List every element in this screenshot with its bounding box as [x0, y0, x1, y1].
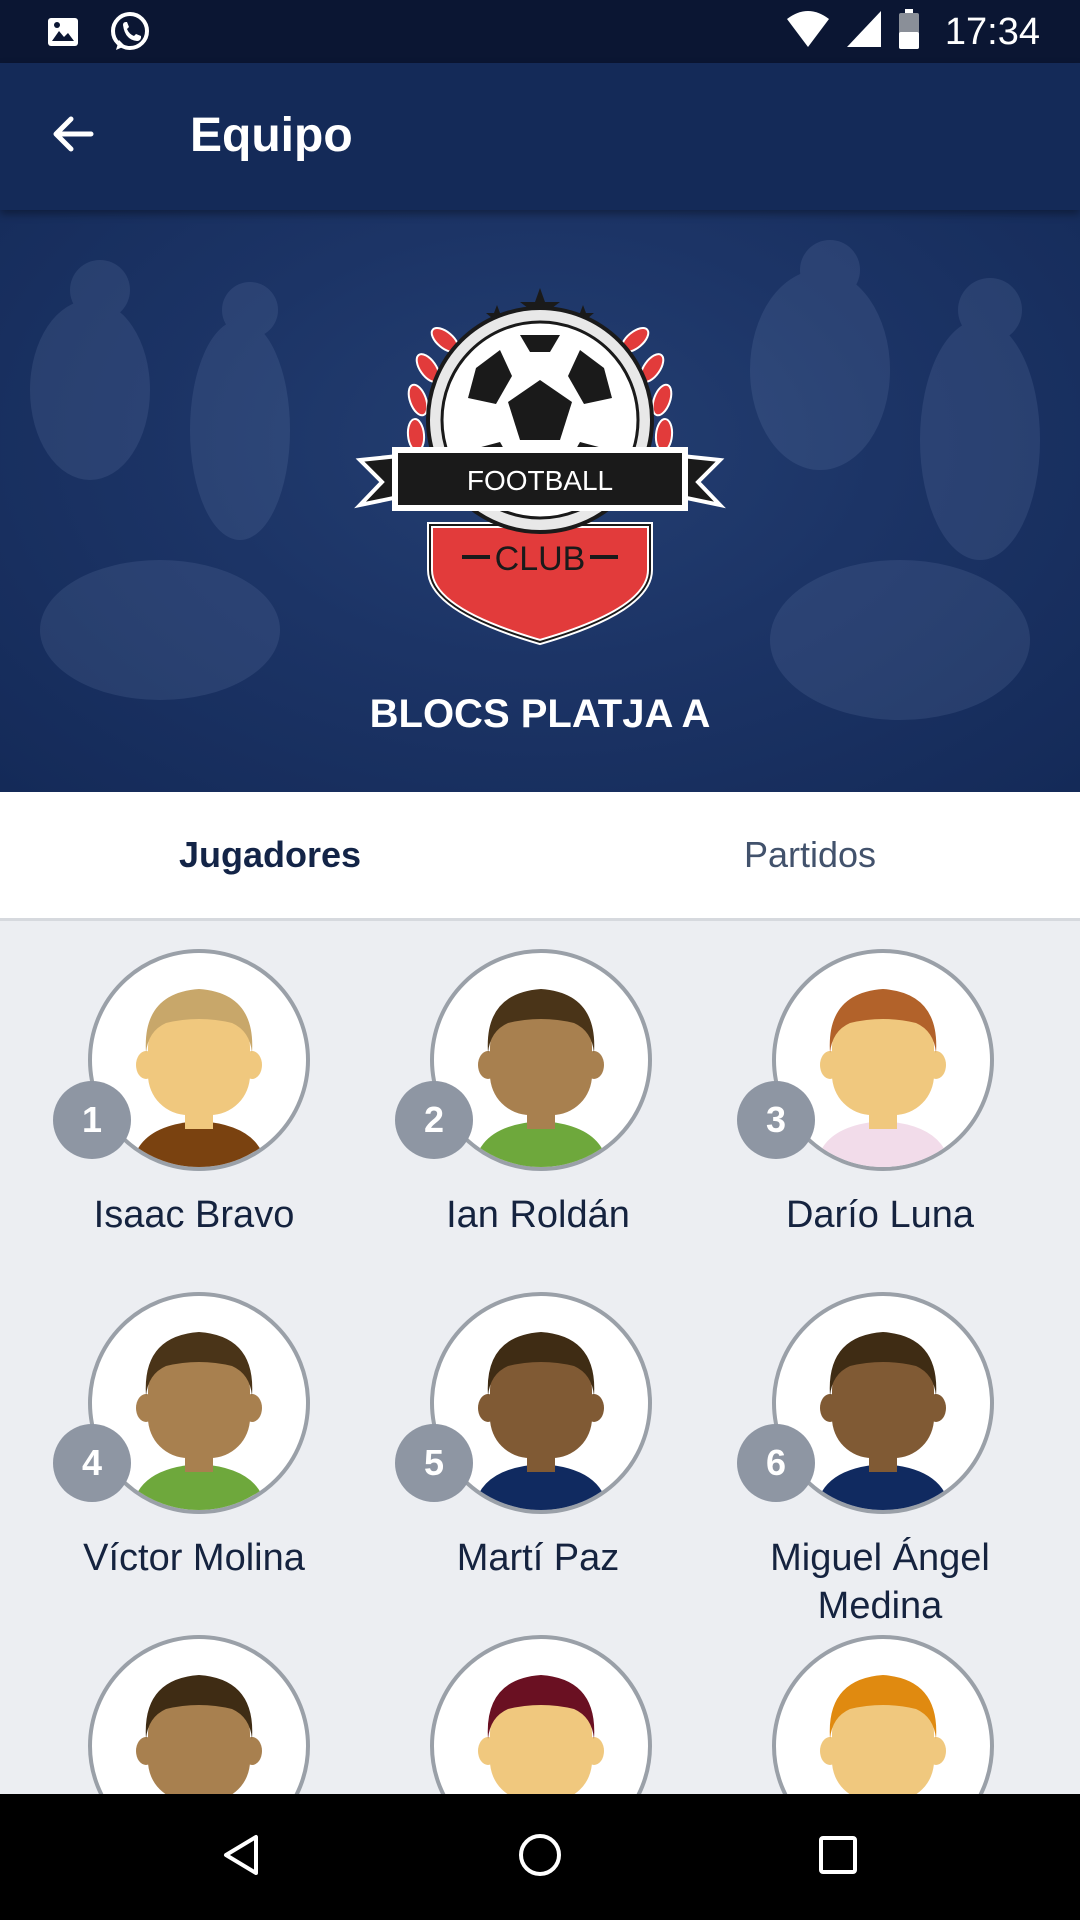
logo-text-football: FOOTBALL: [467, 465, 613, 496]
player-card[interactable]: [684, 1607, 1026, 1794]
player-card[interactable]: 5 Martí Paz: [342, 1264, 684, 1604]
player-avatar: [772, 1635, 994, 1794]
player-name: Ian Roldán: [446, 1194, 630, 1236]
clock: 17:34: [944, 10, 1040, 53]
app-bar: Equipo: [0, 63, 1080, 210]
player-name: Darío Luna: [785, 1194, 974, 1236]
player-name: Martí Paz: [456, 1537, 620, 1579]
nav-home-icon: [516, 1831, 564, 1884]
tab-bar: Jugadores Partidos: [0, 792, 1080, 921]
player-card[interactable]: [342, 1607, 684, 1794]
player-card[interactable]: 2 Ian Roldán: [342, 921, 684, 1261]
wifi-icon: [785, 9, 831, 54]
players-grid: 1 Isaac Bravo 2 Ian Roldán 3 Darío Luna 4 Vícto…: [0, 921, 1080, 1794]
nav-recents-icon: [816, 1833, 860, 1882]
player-number-badge: 2: [395, 1081, 473, 1159]
player-number-badge: 5: [395, 1424, 473, 1502]
arrow-back-icon: [49, 110, 97, 163]
back-button[interactable]: [40, 103, 106, 169]
nav-recents-button[interactable]: [808, 1827, 868, 1887]
team-header: FOOTBALL CLUB BLOCS PLATJA A: [0, 210, 1080, 792]
player-number-badge: 1: [53, 1081, 131, 1159]
club-logo: FOOTBALL CLUB: [354, 288, 726, 646]
player-card[interactable]: 1 Isaac Bravo: [0, 921, 342, 1261]
player-name: Isaac Bravo: [93, 1194, 295, 1236]
player-card[interactable]: 6 Miguel Ángel Medina: [684, 1264, 1026, 1627]
player-number-badge: 4: [53, 1424, 131, 1502]
player-card[interactable]: 4 Víctor Molina: [0, 1264, 342, 1604]
tab-players[interactable]: Jugadores: [0, 792, 540, 918]
player-avatar: [430, 1635, 652, 1794]
nav-back-button[interactable]: [212, 1827, 272, 1887]
player-avatar: [88, 1635, 310, 1794]
player-card[interactable]: [0, 1607, 342, 1794]
player-number-badge: 3: [737, 1081, 815, 1159]
image-icon: [46, 15, 80, 54]
nav-home-button[interactable]: [510, 1827, 570, 1887]
player-number-badge: 6: [737, 1424, 815, 1502]
tab-matches[interactable]: Partidos: [540, 792, 1080, 918]
system-nav-bar: [0, 1794, 1080, 1920]
page-title: Equipo: [190, 109, 353, 162]
team-name: BLOCS PLATJA A: [369, 692, 711, 736]
battery-icon: [897, 8, 921, 55]
whatsapp-icon: [108, 10, 152, 59]
player-name: Víctor Molina: [83, 1537, 305, 1579]
status-bar: 17:34: [0, 0, 1080, 63]
player-card[interactable]: 3 Darío Luna: [684, 921, 1026, 1261]
signal-icon: [845, 9, 883, 54]
nav-back-icon: [220, 1831, 264, 1884]
logo-text-club: CLUB: [495, 540, 586, 578]
